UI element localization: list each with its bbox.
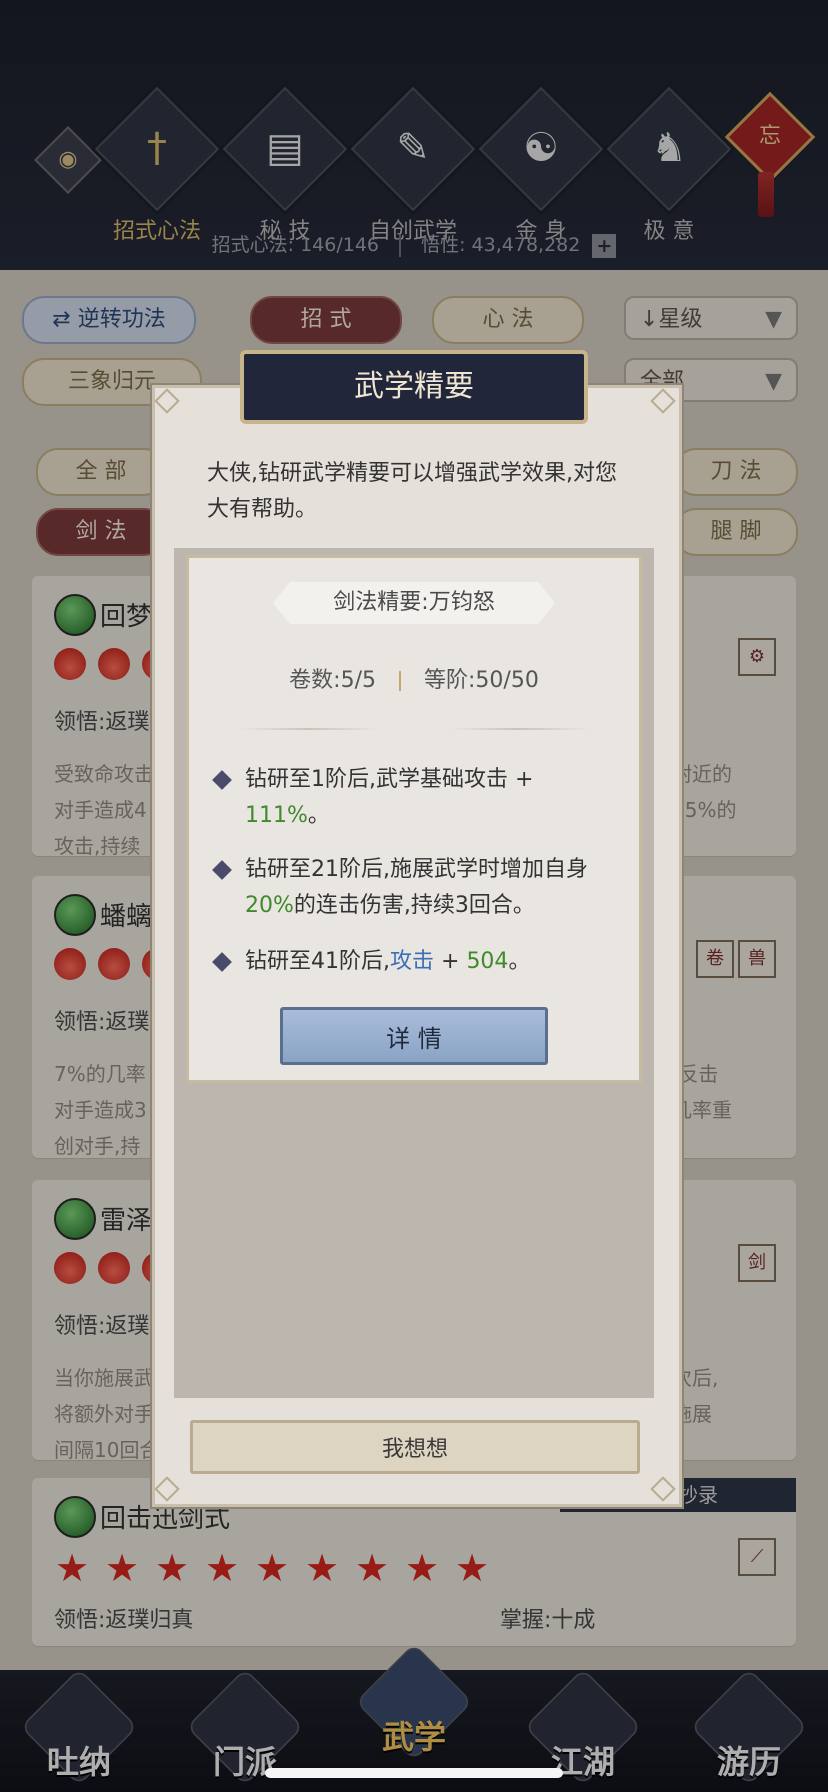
bonus-value: 20% — [245, 893, 294, 918]
detail-button[interactable]: 详 情 — [280, 1007, 548, 1065]
essence-counts: 卷数:5/5 等阶:50/50 — [189, 662, 639, 694]
bonus-value: 111% — [245, 803, 308, 828]
bonus-text: + — [434, 949, 467, 974]
divider — [239, 728, 379, 730]
bonus-text: 钻研至1阶后,武学基础攻击 + — [245, 767, 534, 792]
bonus-attr: 攻击 — [390, 949, 435, 974]
bonus-text: 钻研至21阶后,施展武学时增加自身 — [245, 857, 588, 882]
bonus-text: 。 — [508, 949, 531, 974]
essence-info-card: 剑法精要:万钧怒 卷数:5/5 等阶:50/50 钻研至1阶后,武学基础攻击 +… — [186, 555, 642, 1083]
think-button[interactable]: 我想想 — [190, 1420, 640, 1474]
bonus-text: 的连击伤害,持续3回合。 — [293, 893, 535, 918]
rank-count: 等阶:50/50 — [424, 668, 539, 693]
volume-count: 卷数:5/5 — [289, 668, 376, 693]
bonus-value: 504 — [466, 949, 509, 974]
bonus-text: 钻研至41阶后, — [245, 949, 390, 974]
essence-title: 剑法精要:万钧怒 — [273, 582, 555, 624]
home-indicator[interactable] — [265, 1768, 563, 1778]
essence-bonus-3: 钻研至41阶后,攻击 + 504。 — [212, 944, 615, 980]
divider — [449, 728, 589, 730]
dialog-title: 武学精要 — [240, 350, 588, 424]
divider — [399, 671, 401, 691]
bonus-text: 。 — [307, 803, 330, 828]
essence-bonus-2: 钻研至21阶后,施展武学时增加自身 20%的连击伤害,持续3回合。 — [212, 852, 615, 924]
dialog-intro: 大侠,钻研武学精要可以增强武学效果,对您大有帮助。 — [207, 461, 617, 522]
essence-bonus-1: 钻研至1阶后,武学基础攻击 + 111%。 — [212, 762, 615, 834]
